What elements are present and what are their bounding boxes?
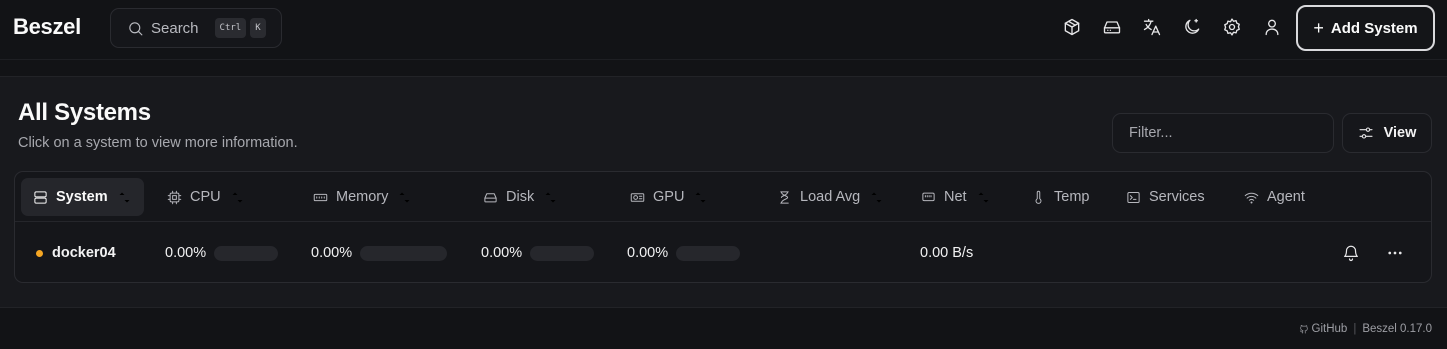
- add-system-label: Add System: [1330, 19, 1418, 37]
- column-header-net[interactable]: Net: [921, 178, 991, 216]
- net-cell: 0.00 B/s: [920, 243, 973, 263]
- containers-icon[interactable]: [1062, 17, 1082, 37]
- gpu-cell: 0.00%: [627, 243, 741, 263]
- shortcut-key-ctrl: Ctrl: [214, 18, 247, 38]
- version-link[interactable]: Beszel 0.17.0: [1362, 323, 1432, 335]
- cpu-value: 0.00%: [165, 245, 207, 261]
- user-icon[interactable]: [1262, 17, 1282, 37]
- column-label: Memory: [336, 189, 389, 205]
- gpu-usage-bar: [676, 245, 741, 261]
- disk-icon: [483, 190, 498, 205]
- column-label: CPU: [190, 189, 221, 205]
- systems-table: System CPU Memory Disk GPU Load Avg Net …: [14, 171, 1432, 283]
- sliders-icon: [1358, 125, 1374, 141]
- sort-icon: [397, 190, 412, 205]
- filter-input[interactable]: Filter...: [1112, 113, 1334, 153]
- wifi-icon: [1244, 190, 1259, 205]
- network-icon: [921, 190, 936, 205]
- memory-cell: 0.00%: [311, 243, 448, 263]
- column-label: Agent: [1267, 189, 1305, 205]
- column-header-system[interactable]: System: [21, 178, 144, 216]
- more-options-icon[interactable]: [1386, 244, 1404, 262]
- column-label: Net: [944, 189, 967, 205]
- view-options-button[interactable]: View: [1342, 113, 1432, 153]
- hourglass-icon: [777, 190, 792, 205]
- sort-icon: [693, 190, 708, 205]
- memory-usage-bar: [360, 245, 448, 261]
- sort-icon: [117, 190, 132, 205]
- cpu-cell: 0.00%: [165, 243, 279, 263]
- gpu-value: 0.00%: [627, 245, 669, 261]
- thermometer-icon: [1031, 190, 1046, 205]
- github-link[interactable]: GitHub: [1312, 323, 1348, 335]
- footer-separator: |: [1353, 323, 1357, 335]
- bell-icon[interactable]: [1342, 244, 1360, 262]
- status-indicator: [36, 249, 43, 257]
- disk-value: 0.00%: [481, 245, 523, 261]
- search-icon: [127, 20, 144, 37]
- github-icon: [1299, 324, 1309, 334]
- theme-icon[interactable]: [1182, 17, 1202, 37]
- header-actions: [1042, 17, 1282, 37]
- column-label: Load Avg: [800, 189, 861, 205]
- memory-icon: [313, 190, 328, 205]
- search-label: Search: [151, 19, 199, 37]
- column-header-temp: Temp: [1031, 178, 1089, 216]
- plus-icon: +: [1313, 17, 1324, 38]
- column-label: Temp: [1054, 189, 1090, 205]
- sort-icon: [543, 190, 558, 205]
- column-header-cpu[interactable]: CPU: [167, 178, 245, 216]
- sort-icon: [976, 190, 991, 205]
- column-header-disk[interactable]: Disk: [483, 178, 558, 216]
- memory-value: 0.00%: [311, 245, 353, 261]
- disk-icon[interactable]: [1102, 17, 1122, 37]
- add-system-button[interactable]: + Add System: [1296, 5, 1435, 51]
- disk-cell: 0.00%: [481, 243, 595, 263]
- footer: GitHub | Beszel 0.17.0: [1299, 323, 1432, 335]
- page-title: All Systems: [18, 99, 151, 126]
- table-row-system-name[interactable]: docker04: [36, 243, 116, 263]
- column-header-agent: Agent: [1244, 178, 1305, 216]
- sort-icon: [230, 190, 245, 205]
- column-label: Disk: [506, 189, 535, 205]
- column-label: GPU: [653, 189, 685, 205]
- search-button[interactable]: Search Ctrl K: [110, 8, 282, 48]
- column-label: Services: [1149, 189, 1205, 205]
- terminal-icon: [1126, 190, 1141, 205]
- shortcut-key-k: K: [250, 18, 266, 38]
- language-icon[interactable]: [1142, 17, 1162, 37]
- table-header-divider: [15, 221, 1431, 222]
- system-name: docker04: [52, 245, 116, 261]
- cpu-icon: [167, 190, 182, 205]
- view-label: View: [1383, 125, 1417, 141]
- column-header-gpu[interactable]: GPU: [630, 178, 708, 216]
- settings-icon[interactable]: [1222, 17, 1242, 37]
- header-divider: [0, 59, 1447, 60]
- server-icon: [33, 190, 48, 205]
- column-header-services: Services: [1126, 178, 1205, 216]
- column-header-memory[interactable]: Memory: [313, 178, 412, 216]
- app-logo[interactable]: Beszel: [13, 14, 81, 40]
- net-value: 0.00 B/s: [920, 245, 974, 261]
- gpu-icon: [630, 190, 645, 205]
- disk-usage-bar: [530, 245, 595, 261]
- column-header-load-avg[interactable]: Load Avg: [777, 178, 884, 216]
- page-subtitle: Click on a system to view more informati…: [18, 135, 298, 151]
- cpu-usage-bar: [214, 245, 279, 261]
- column-label: System: [56, 189, 108, 205]
- sort-icon: [869, 190, 884, 205]
